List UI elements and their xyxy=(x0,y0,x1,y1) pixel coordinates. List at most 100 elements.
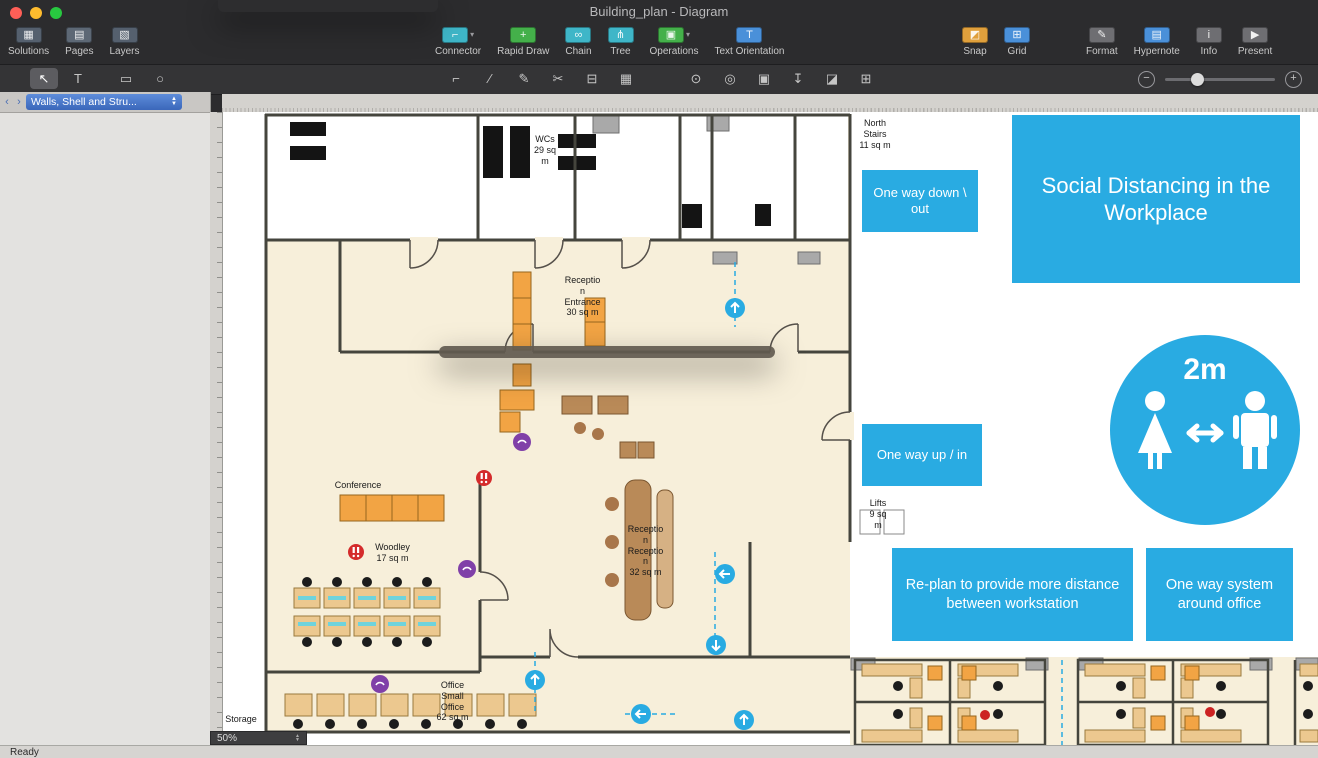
vertical-ruler xyxy=(210,112,223,745)
room-label-north-stairs: North Stairs 11 sq m xyxy=(845,118,905,150)
one-way-down-sign[interactable]: One way down \ out xyxy=(862,170,978,232)
room-label-conference: Conference xyxy=(322,480,394,491)
pages-label: Pages xyxy=(65,46,93,57)
zoom-control: − + xyxy=(1138,71,1302,88)
two-metre-distance-sign[interactable]: 2m xyxy=(1110,335,1300,525)
library-forward-button[interactable]: › xyxy=(14,96,24,108)
format-icon: ✎ xyxy=(1089,27,1115,43)
room-label-woodley: Woodley 17 sq m xyxy=(365,542,420,564)
replan-sign[interactable]: Re-plan to provide more distance between… xyxy=(892,548,1133,641)
table-tool-icon: ▦ xyxy=(620,71,632,87)
shape-library-header: ‹ › Walls, Shell and Stru... ▲▼ xyxy=(0,92,210,113)
tree-button[interactable]: ⋔Tree xyxy=(608,25,634,57)
connector-tool[interactable]: ⌐ xyxy=(442,68,470,89)
connector-icon: ⌐ xyxy=(442,27,468,43)
crop-tool-icon: ⊞ xyxy=(861,71,872,87)
file-menu xyxy=(218,0,438,12)
hypernote-button[interactable]: ▤ Hypernote xyxy=(1134,25,1180,57)
connector-tool-icon: ⌐ xyxy=(452,71,460,86)
room-label-lifts: Lifts 9 sq m xyxy=(858,498,898,530)
stamp-tool[interactable]: ▣ xyxy=(750,68,778,89)
layers-icon: ▧ xyxy=(112,27,138,43)
zoom-tool[interactable]: ⊙ xyxy=(682,68,710,89)
select-tool-group: ↖T xyxy=(30,68,92,89)
zoom-tool-icon: ⊙ xyxy=(691,71,702,87)
pages-icon: ▤ xyxy=(66,27,92,43)
line-tool[interactable]: ∕ xyxy=(476,68,504,89)
import-submenu xyxy=(439,346,775,358)
delete-tool-icon: ⊟ xyxy=(587,71,598,87)
shape-library-panel: ‹ › Walls, Shell and Stru... ▲▼ xyxy=(0,92,211,745)
operations-button[interactable]: ▣▾Operations xyxy=(650,25,699,57)
chain-label: Chain xyxy=(565,46,591,57)
scissors-tool[interactable]: ✂ xyxy=(544,68,572,89)
tree-icon: ⋔ xyxy=(608,27,634,43)
drawing-canvas[interactable]: One way down \ out Social Distancing in … xyxy=(210,112,1318,745)
zoom-in-button[interactable]: + xyxy=(1285,71,1302,88)
toolbar-group-snap-grid: ◩Snap ⊞Grid xyxy=(962,25,1030,57)
status-bar: Ready xyxy=(0,745,1318,758)
eraser-tool-icon: ◪ xyxy=(826,71,838,87)
view-tool-group: ⊙ ◎ ▣ ↧ ◪ ⊞ xyxy=(682,68,880,89)
text-tool-icon: T xyxy=(74,71,82,86)
text-tool[interactable]: T xyxy=(64,68,92,89)
connector-label: Connector xyxy=(435,46,481,57)
zoom-out-button[interactable]: − xyxy=(1138,71,1155,88)
grid-button[interactable]: ⊞Grid xyxy=(1004,25,1030,57)
snap-button[interactable]: ◩Snap xyxy=(962,25,988,57)
solutions-icon: ▦ xyxy=(16,27,42,43)
solutions-button[interactable]: ▦Solutions xyxy=(8,25,49,57)
present-button[interactable]: ▶Present xyxy=(1238,25,1272,57)
chain-icon: ∞ xyxy=(565,27,591,43)
replan-sign-text: Re-plan to provide more distance between… xyxy=(904,576,1121,612)
layers-button[interactable]: ▧Layers xyxy=(110,25,140,57)
eraser-tool[interactable]: ◪ xyxy=(818,68,846,89)
rapid-draw-button[interactable]: +Rapid Draw xyxy=(497,25,549,57)
pages-button[interactable]: ▤ Pages xyxy=(65,25,93,57)
one-way-down-sign-text: One way down \ out xyxy=(872,185,968,218)
eyedropper-tool-icon: ↧ xyxy=(793,71,804,87)
operations-icon: ▣ xyxy=(658,27,684,43)
tool-row: ↖T ▭○ ⌐∕✎✂⊟▦ ⊙◎▣↧◪⊞ − + xyxy=(0,64,1318,95)
zoom-slider[interactable] xyxy=(1165,78,1275,81)
toolbar-group-center: ⌐▾Connector +Rapid Draw ∞ Chain ⋔Tree ▣▾Opera… xyxy=(435,25,785,57)
room-label-reception-entrance: Receptio n Entrance 30 sq m xyxy=(555,275,610,318)
ellipse-tool[interactable]: ○ xyxy=(146,68,174,89)
format-button[interactable]: ✎Format xyxy=(1086,25,1118,57)
ellipse-tool-icon: ○ xyxy=(156,71,164,86)
hypernote-icon: ▤ xyxy=(1144,27,1170,43)
zoom-level-control[interactable]: 50% ▲▼ xyxy=(210,731,307,745)
zoom-stepper-icon[interactable]: ▲▼ xyxy=(295,734,300,743)
social-distancing-sign[interactable]: Social Distancing in the Workplace xyxy=(1012,115,1300,283)
crop-tool[interactable]: ⊞ xyxy=(852,68,880,89)
zoom-slider-knob[interactable] xyxy=(1191,73,1204,86)
text-orientation-button[interactable]: TText Orientation xyxy=(714,25,784,57)
connector-button[interactable]: ⌐▾Connector xyxy=(435,25,481,57)
library-selector-dropdown[interactable]: Walls, Shell and Stru... ▲▼ xyxy=(26,94,182,110)
pan-tool[interactable]: ◎ xyxy=(716,68,744,89)
social-distancing-sign-text: Social Distancing in the Workplace xyxy=(1028,172,1284,227)
select-tool[interactable]: ↖ xyxy=(30,68,58,89)
delete-tool[interactable]: ⊟ xyxy=(578,68,606,89)
two-metre-label: 2m xyxy=(1183,351,1226,389)
info-button[interactable]: iInfo xyxy=(1196,25,1222,57)
room-label-office-small: Office Small Office 62 sq m xyxy=(425,680,480,723)
operations-label: Operations xyxy=(650,46,699,57)
stamp-tool-icon: ▣ xyxy=(758,71,770,87)
rect-tool[interactable]: ▭ xyxy=(112,68,140,89)
eyedropper-tool[interactable]: ↧ xyxy=(784,68,812,89)
one-way-up-sign[interactable]: One way up / in xyxy=(862,424,982,486)
pencil-tool-icon: ✎ xyxy=(519,71,530,87)
snap-label: Snap xyxy=(963,46,986,57)
hypernote-label: Hypernote xyxy=(1134,46,1180,57)
library-back-button[interactable]: ‹ xyxy=(2,96,12,108)
chain-button[interactable]: ∞ Chain xyxy=(565,25,591,57)
rapid-draw-icon: + xyxy=(510,27,536,43)
pencil-tool[interactable]: ✎ xyxy=(510,68,538,89)
line-tool-icon: ∕ xyxy=(489,71,491,86)
one-way-system-sign[interactable]: One way system around office xyxy=(1146,548,1293,641)
rect-tool-icon: ▭ xyxy=(120,71,132,87)
window-title: Building_plan - Diagram xyxy=(0,0,1318,24)
titlebar: Building_plan - Diagram xyxy=(0,0,1318,24)
table-tool[interactable]: ▦ xyxy=(612,68,640,89)
